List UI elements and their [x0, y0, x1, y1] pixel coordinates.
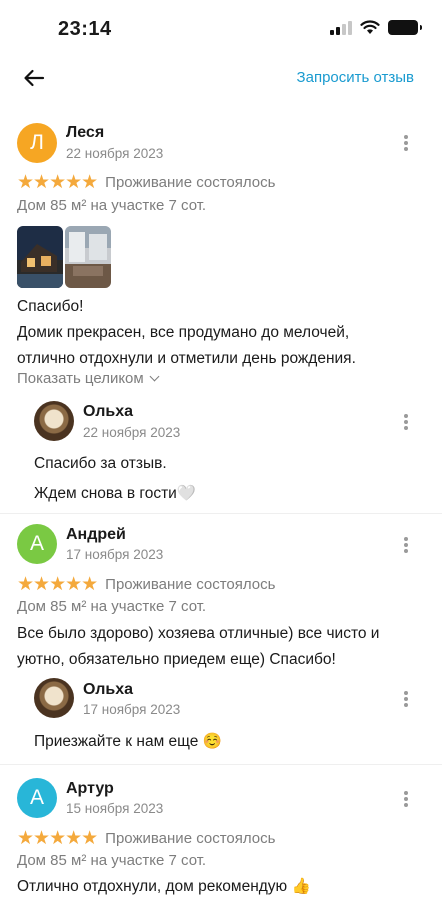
listing-info: Дом 85 м² на участке 7 сот.: [17, 197, 207, 214]
more-options-icon[interactable]: [399, 789, 413, 809]
request-review-link[interactable]: Запросить отзыв: [297, 69, 414, 86]
review-text: Отлично отдохнули, дом рекомендую 👍: [17, 874, 427, 900]
reply-text-line: Ждем снова в гости🤍: [34, 485, 197, 502]
review-date: 15 ноября 2023: [66, 801, 164, 816]
listing-info: Дом 85 м² на участке 7 сот.: [17, 598, 207, 615]
review-date: 17 ноября 2023: [66, 547, 164, 562]
owner-avatar: [34, 678, 74, 718]
star-rating: ★★★★★: [17, 828, 98, 849]
review-photo[interactable]: [65, 226, 111, 288]
listing-info: Дом 85 м² на участке 7 сот.: [17, 852, 207, 869]
star-rating: ★★★★★: [17, 172, 98, 193]
status-time: 23:14: [58, 18, 112, 40]
arrow-left-icon: [24, 69, 45, 87]
chevron-down-icon: [149, 371, 160, 382]
reply-author: Ольха: [83, 681, 134, 698]
owner-avatar: [34, 401, 74, 441]
show-full-label: Показать целиком: [17, 370, 144, 387]
review-text: Все было здорово) хозяева отличные) все …: [17, 621, 427, 673]
reply-date: 22 ноября 2023: [83, 425, 181, 440]
status-bar: 23:14: [0, 0, 442, 60]
avatar: Л: [17, 123, 57, 163]
more-options-icon[interactable]: [399, 133, 413, 153]
cellular-signal-icon: [330, 20, 352, 35]
reply-text: Спасибо за отзыв. Ждем снова в гости🤍: [34, 449, 196, 509]
status-icons: [330, 20, 422, 35]
review-author: Андрей: [66, 526, 126, 543]
review-author: Леся: [66, 124, 105, 141]
review-text-line: Отлично отдохнули, дом рекомендую 👍: [17, 878, 311, 895]
stay-status: Проживание состоялось: [105, 830, 276, 847]
divider: [0, 513, 442, 514]
review-author: Артур: [66, 780, 114, 797]
stay-status: Проживание состоялось: [105, 174, 276, 191]
rating-row: ★★★★★ Проживание состоялось: [17, 171, 275, 194]
show-full-button[interactable]: Показать целиком: [17, 370, 160, 387]
reply-text-line: Приезжайте к нам еще ☺️: [34, 733, 222, 750]
review-text-line: Домик прекрасен, все продумано до мелоче…: [17, 324, 350, 341]
reply-author: Ольха: [83, 403, 134, 420]
back-button[interactable]: [20, 64, 48, 92]
review-photo[interactable]: [17, 226, 63, 288]
stay-status: Проживание состоялось: [105, 576, 276, 593]
app-bar: Запросить отзыв: [0, 60, 442, 100]
rating-row: ★★★★★ Проживание состоялось: [17, 827, 275, 850]
rating-row: ★★★★★ Проживание состоялось: [17, 573, 275, 596]
review-text: Спасибо! Домик прекрасен, все продумано …: [17, 294, 427, 372]
review-text-line: уютно, обязательно приедем еще) Спасибо!: [17, 651, 336, 668]
reply-date: 17 ноября 2023: [83, 702, 181, 717]
wifi-icon: [360, 20, 380, 34]
review-text-line: Все было здорово) хозяева отличные) все …: [17, 625, 380, 642]
battery-icon: [388, 20, 422, 35]
more-options-icon[interactable]: [399, 535, 413, 555]
avatar: А: [17, 524, 57, 564]
more-options-icon[interactable]: [399, 689, 413, 709]
review-date: 22 ноября 2023: [66, 146, 164, 161]
reply-text-line: Спасибо за отзыв.: [34, 455, 167, 472]
divider: [0, 764, 442, 765]
review-text-line: отлично отдохнули и отметили день рожден…: [17, 350, 356, 367]
review-text-line: Спасибо!: [17, 298, 84, 315]
more-options-icon[interactable]: [399, 412, 413, 432]
avatar: А: [17, 778, 57, 818]
reply-text: Приезжайте к нам еще ☺️: [34, 727, 222, 757]
star-rating: ★★★★★: [17, 574, 98, 595]
